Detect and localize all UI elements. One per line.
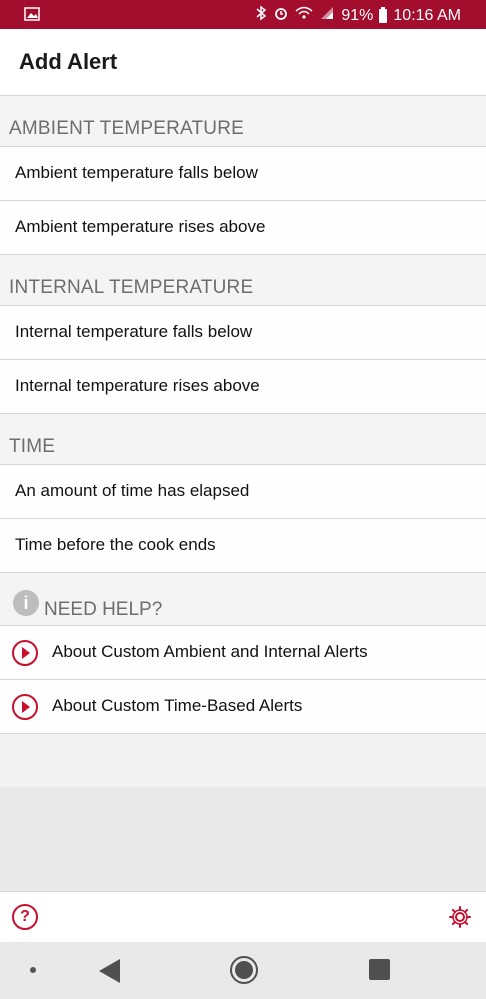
page-title: Add Alert [19, 49, 118, 74]
status-bar: 91% 10:16 AM [0, 0, 486, 29]
list-item-ambient-falls-below[interactable]: Ambient temperature falls below [0, 147, 486, 201]
list-item-label: Ambient temperature falls below [15, 163, 258, 182]
bluetooth-icon [255, 5, 267, 26]
app-bar: Add Alert [0, 29, 486, 96]
status-time: 10:16 AM [393, 6, 461, 24]
section-title: AMBIENT TEMPERATURE [9, 118, 245, 139]
section-ambient-temperature: AMBIENT TEMPERATURE [0, 96, 486, 147]
gear-icon[interactable] [448, 905, 472, 929]
alarm-icon [273, 5, 289, 26]
section-need-help: i NEED HELP? [0, 573, 486, 626]
list-item-label: An amount of time has elapsed [15, 481, 250, 500]
list-item-ambient-rises-above[interactable]: Ambient temperature rises above [0, 201, 486, 255]
list-item-time-elapsed[interactable]: An amount of time has elapsed [0, 465, 486, 519]
list-item-internal-falls-below[interactable]: Internal temperature falls below [0, 306, 486, 360]
section-title: TIME [9, 436, 56, 457]
signal-icon [319, 5, 335, 26]
list-item-internal-rises-above[interactable]: Internal temperature rises above [0, 360, 486, 414]
nav-dot-icon [30, 967, 36, 973]
list-item-label: Ambient temperature rises above [15, 217, 266, 236]
list-item-label: Internal temperature falls below [15, 322, 253, 341]
image-icon [24, 7, 40, 26]
home-icon[interactable] [230, 956, 258, 984]
wifi-icon [295, 5, 313, 26]
help-link-label: About Custom Ambient and Internal Alerts [52, 642, 368, 661]
info-icon: i [13, 590, 39, 616]
help-link-custom-time-based[interactable]: About Custom Time-Based Alerts [0, 680, 486, 734]
back-icon[interactable] [99, 959, 120, 983]
section-internal-temperature: INTERNAL TEMPERATURE [0, 255, 486, 306]
battery-icon [379, 6, 388, 23]
play-icon [12, 640, 38, 666]
help-link-label: About Custom Time-Based Alerts [52, 696, 303, 715]
system-navigation-bar [0, 942, 486, 999]
list-item-label: Internal temperature rises above [15, 376, 260, 395]
play-icon [12, 694, 38, 720]
section-title: INTERNAL TEMPERATURE [9, 277, 254, 298]
section-title: NEED HELP? [44, 599, 163, 620]
empty-area [0, 787, 486, 891]
help-link-custom-ambient-internal[interactable]: About Custom Ambient and Internal Alerts [0, 626, 486, 680]
recent-apps-icon[interactable] [369, 959, 390, 980]
battery-percent: 91% [341, 6, 374, 24]
list-item-label: Time before the cook ends [15, 535, 216, 554]
list-item-time-before-end[interactable]: Time before the cook ends [0, 519, 486, 573]
help-icon[interactable]: ? [12, 904, 38, 930]
alert-options-list: AMBIENT TEMPERATURE Ambient temperature … [0, 96, 486, 734]
bottom-toolbar: ? [0, 891, 486, 943]
section-time: TIME [0, 414, 486, 465]
